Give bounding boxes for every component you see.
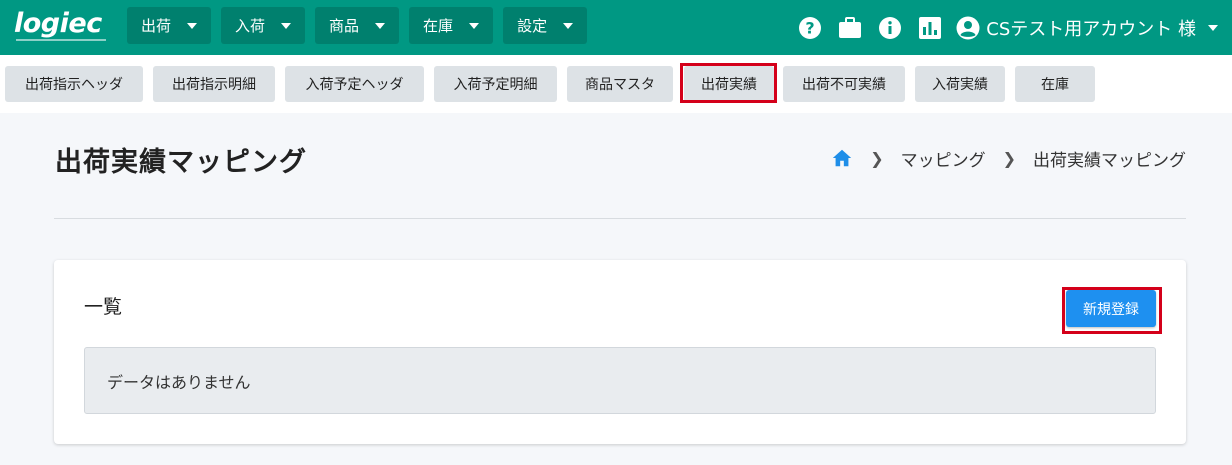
caret-down-icon: [281, 22, 292, 29]
logo[interactable]: logiec: [14, 9, 110, 45]
caret-down-icon: [375, 22, 386, 29]
tab-product-master[interactable]: 商品マスタ: [567, 66, 673, 102]
tab-shipping-results[interactable]: 出荷実績: [684, 66, 774, 102]
caret-down-icon: [1208, 24, 1218, 31]
card-title: 一覧: [84, 296, 123, 318]
caret-down-icon: [187, 22, 198, 29]
page-title: 出荷実績マッピング: [55, 147, 307, 178]
svg-text:?: ?: [806, 18, 815, 37]
menu-receiving[interactable]: 入荷: [221, 7, 306, 44]
tab-label: 出荷不可実績: [802, 77, 886, 93]
menu-products[interactable]: 商品: [315, 7, 400, 44]
tab-label: 出荷指示ヘッダ: [25, 77, 123, 93]
user-menu[interactable]: CSテスト用アカウント 様: [956, 15, 1218, 41]
tab-stock[interactable]: 在庫: [1015, 66, 1095, 102]
tab-unshippable-results[interactable]: 出荷不可実績: [783, 66, 905, 102]
tab-label: 出荷指示明細: [172, 77, 256, 93]
top-navbar: logiec 出荷 入荷 商品 在庫 設定 ? CSテスト用アカウント 様: [0, 0, 1232, 55]
breadcrumb-item-current: 出荷実績マッピング: [1033, 150, 1186, 171]
empty-message: データはありません: [84, 347, 1156, 414]
tab-label: 入荷予定ヘッダ: [305, 77, 404, 93]
menu-inventory[interactable]: 在庫: [409, 7, 494, 44]
user-name: CSテスト用アカウント 様: [986, 18, 1196, 40]
tab-receiving-results[interactable]: 入荷実績: [915, 66, 1005, 102]
tab-label: 在庫: [1041, 77, 1069, 93]
tab-label: 入荷実績: [932, 77, 988, 93]
account-icon: [956, 16, 980, 40]
caret-down-icon: [563, 22, 574, 29]
new-register-button[interactable]: 新規登録: [1066, 290, 1156, 327]
breadcrumb: ❯ マッピング ❯ 出荷実績マッピング: [831, 146, 1186, 171]
menu-shipping-label: 出荷: [141, 17, 172, 35]
menu-receiving-label: 入荷: [235, 17, 266, 35]
chevron-right-icon: ❯: [1002, 148, 1016, 168]
menu-settings-label: 設定: [517, 17, 548, 35]
tab-receiving-plan-header[interactable]: 入荷予定ヘッダ: [285, 66, 424, 102]
briefcase-icon[interactable]: [838, 16, 862, 40]
info-icon[interactable]: [878, 16, 902, 40]
main-menu: 出荷 入荷 商品 在庫 設定: [127, 7, 588, 44]
tab-shipping-order-header[interactable]: 出荷指示ヘッダ: [5, 66, 143, 102]
home-icon[interactable]: [831, 147, 853, 169]
divider: [54, 218, 1186, 219]
tab-label: 商品マスタ: [585, 77, 655, 93]
logo-text: logiec: [14, 8, 102, 39]
menu-products-label: 商品: [329, 17, 360, 35]
header-actions: ? CSテスト用アカウント 様: [782, 0, 1232, 55]
tab-receiving-plan-detail[interactable]: 入荷予定明細: [434, 66, 557, 102]
chevron-right-icon: ❯: [870, 148, 884, 168]
chart-icon[interactable]: [918, 16, 942, 40]
tab-shipping-order-detail[interactable]: 出荷指示明細: [153, 66, 275, 102]
tab-label: 出荷実績: [701, 77, 757, 93]
menu-shipping[interactable]: 出荷: [127, 7, 212, 44]
caret-down-icon: [469, 22, 480, 29]
logo-underline: [16, 39, 106, 41]
sub-tab-bar: 出荷指示ヘッダ 出荷指示明細 入荷予定ヘッダ 入荷予定明細 商品マスタ 出荷実績…: [0, 55, 1232, 113]
menu-settings[interactable]: 設定: [503, 7, 588, 44]
menu-inventory-label: 在庫: [423, 17, 454, 35]
list-card: 一覧 新規登録 データはありません: [54, 260, 1186, 444]
breadcrumb-item-mapping[interactable]: マッピング: [901, 146, 986, 171]
help-icon[interactable]: ?: [798, 16, 822, 40]
tab-label: 入荷予定明細: [453, 77, 538, 93]
